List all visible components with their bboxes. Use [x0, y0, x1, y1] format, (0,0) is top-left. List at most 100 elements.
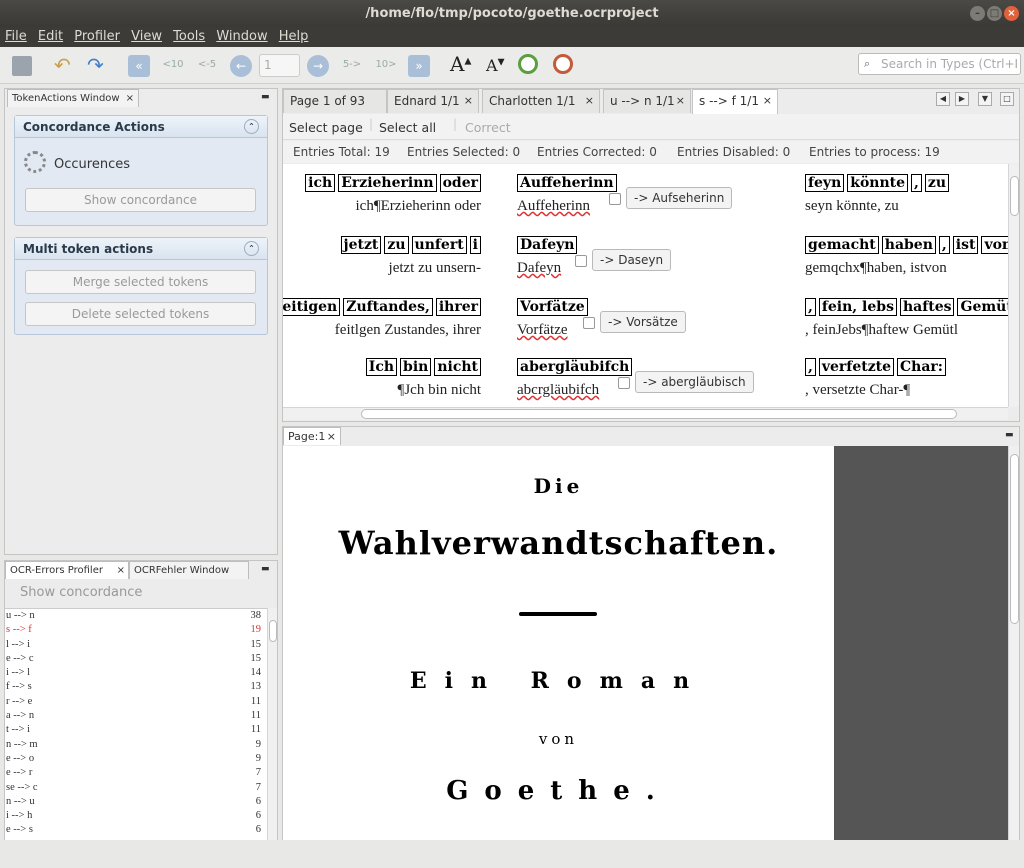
tab-scroll-right-icon[interactable]: ▶: [955, 92, 969, 106]
token-image[interactable]: fein, lebs: [818, 298, 897, 316]
token-checkbox[interactable]: [583, 317, 595, 329]
tab-list-icon[interactable]: ▼: [978, 92, 992, 106]
ocrfehler-window-tab[interactable]: OCRFehler Window: [129, 561, 249, 579]
token-image[interactable]: unfert: [411, 236, 467, 254]
prev-page-icon[interactable]: ←: [230, 55, 252, 77]
tab-charlotten[interactable]: Charlotten 1/1 ×: [482, 89, 600, 113]
profiler-row[interactable]: i --> h 6: [5, 809, 267, 823]
increase-font-icon[interactable]: A▲: [450, 52, 471, 76]
tab-scroll-left-icon[interactable]: ◀: [936, 92, 950, 106]
menu-edit[interactable]: Edit: [38, 27, 63, 44]
correct-button[interactable]: Correct: [465, 120, 511, 135]
profiler-row[interactable]: r --> e 11: [5, 695, 267, 709]
token-image[interactable]: von: [981, 236, 1008, 254]
profiler-row[interactable]: se --> c 7: [5, 781, 267, 795]
concordance-token-image[interactable]: abergläubifch: [517, 358, 633, 376]
tab-ednard[interactable]: Ednard 1/1 ×: [387, 89, 479, 113]
token-checkbox[interactable]: [618, 377, 630, 389]
forward-5-button[interactable]: 5->: [340, 54, 364, 76]
maximize-panel-icon[interactable]: ▬: [1005, 430, 1014, 440]
token-image[interactable]: könnte: [847, 174, 909, 192]
concordance-token-image[interactable]: Dafeyn: [517, 236, 578, 254]
token-image[interactable]: haftes: [899, 298, 955, 316]
token-image[interactable]: jetzt: [340, 236, 382, 254]
profiler-row[interactable]: a --> n 11: [5, 709, 267, 723]
token-image[interactable]: bin: [400, 358, 432, 376]
token-image[interactable]: Gemüt: [957, 298, 1008, 316]
concordance-token-ocr[interactable]: Dafeyn: [517, 260, 561, 277]
delete-tokens-button[interactable]: Delete selected tokens: [25, 302, 256, 326]
profiler-row[interactable]: e --> s 6: [5, 823, 267, 837]
token-image[interactable]: ,: [805, 358, 816, 376]
menu-help[interactable]: Help: [279, 27, 309, 44]
token-image[interactable]: feyn: [805, 174, 845, 192]
correction-suggestion-button[interactable]: -> abergläubisch: [635, 371, 754, 393]
save-icon[interactable]: [12, 56, 32, 76]
scrollbar-thumb[interactable]: [1010, 176, 1019, 216]
back-5-button[interactable]: <-5: [195, 54, 219, 76]
close-tab-icon[interactable]: ×: [327, 428, 336, 445]
token-image[interactable]: oder: [439, 174, 481, 192]
profiler-row[interactable]: n --> u 6: [5, 795, 267, 809]
menu-window[interactable]: Window: [216, 27, 267, 44]
concordance-token-ocr[interactable]: abcrgläubifch: [517, 382, 599, 399]
minimize-panel-icon[interactable]: ▬: [261, 92, 270, 102]
scrollbar-thumb[interactable]: [1010, 454, 1019, 624]
collapse-icon[interactable]: ⌃: [244, 119, 259, 134]
profiler-row[interactable]: e --> r 7: [5, 766, 267, 780]
profiler-row[interactable]: u --> n 38: [5, 609, 267, 623]
profiler-row[interactable]: i --> l 14: [5, 666, 267, 680]
select-all-button[interactable]: Select all: [379, 120, 436, 135]
close-tab-icon[interactable]: ×: [117, 562, 125, 579]
minimize-icon[interactable]: –: [970, 6, 985, 21]
search-input[interactable]: Search in Types (Ctrl+I: [858, 53, 1021, 75]
maximize-icon[interactable]: □: [987, 6, 1002, 21]
token-image[interactable]: haben: [881, 236, 936, 254]
profiler-row[interactable]: l --> i 15: [5, 638, 267, 652]
token-image[interactable]: ich: [305, 174, 336, 192]
decrease-font-icon[interactable]: A▼: [486, 56, 504, 75]
profiler-show-concordance-button[interactable]: Show concordance: [5, 581, 277, 605]
token-image[interactable]: i: [469, 236, 481, 254]
token-image[interactable]: Char:: [897, 358, 946, 376]
first-page-icon[interactable]: «: [128, 55, 150, 77]
profiler-row[interactable]: n --> m 9: [5, 738, 267, 752]
profiler-row[interactable]: e --> o 9: [5, 752, 267, 766]
maximize-panel-icon[interactable]: □: [1000, 92, 1014, 106]
tab-page[interactable]: Page 1 of 93: [283, 89, 387, 113]
concordance-token-image[interactable]: Auffeherinn: [517, 174, 617, 192]
concordance-token-image[interactable]: Vorfätze: [517, 298, 588, 316]
menu-view[interactable]: View: [131, 27, 162, 44]
token-actions-tab[interactable]: TokenActions Window ×: [7, 89, 139, 107]
token-image[interactable]: Zuftandes,: [343, 298, 433, 316]
profiler-row[interactable]: f --> s 13: [5, 680, 267, 694]
profiler-scrollbar[interactable]: [267, 608, 277, 840]
profiler-row[interactable]: e --> c 15: [5, 652, 267, 666]
tab-s-f[interactable]: s --> f 1/1 ×: [692, 89, 778, 114]
close-tab-icon[interactable]: ×: [126, 90, 134, 107]
close-tab-icon[interactable]: ×: [585, 90, 594, 112]
scrollbar-thumb[interactable]: [361, 409, 957, 419]
page-number-input[interactable]: 1: [259, 54, 300, 77]
concordance-vscrollbar[interactable]: [1008, 164, 1019, 407]
token-image[interactable]: zu: [924, 174, 950, 192]
token-image[interactable]: ,: [911, 174, 922, 192]
token-image[interactable]: zu: [384, 236, 409, 254]
page-tab[interactable]: Page:1 ×: [283, 427, 341, 445]
show-concordance-button[interactable]: Show concordance: [25, 188, 256, 212]
page-vscrollbar[interactable]: [1008, 446, 1019, 840]
undo-icon[interactable]: ↶: [54, 54, 76, 76]
token-image[interactable]: Erzieherinn: [338, 174, 437, 192]
token-image[interactable]: feitigen: [283, 298, 341, 316]
token-image[interactable]: ,: [938, 236, 950, 254]
token-image[interactable]: ist: [952, 236, 979, 254]
token-image[interactable]: ihrer: [435, 298, 481, 316]
token-image[interactable]: nicht: [434, 358, 481, 376]
correction-suggestion-button[interactable]: -> Vorsätze: [600, 311, 686, 333]
profiler-row[interactable]: s --> f 19: [5, 623, 267, 637]
forward-10-button[interactable]: 10>: [374, 54, 398, 76]
menu-tools[interactable]: Tools: [173, 27, 205, 44]
zoom-in-icon[interactable]: [518, 54, 538, 74]
correction-suggestion-button[interactable]: -> Daseyn: [592, 249, 672, 271]
redo-icon[interactable]: ↷: [87, 54, 109, 76]
